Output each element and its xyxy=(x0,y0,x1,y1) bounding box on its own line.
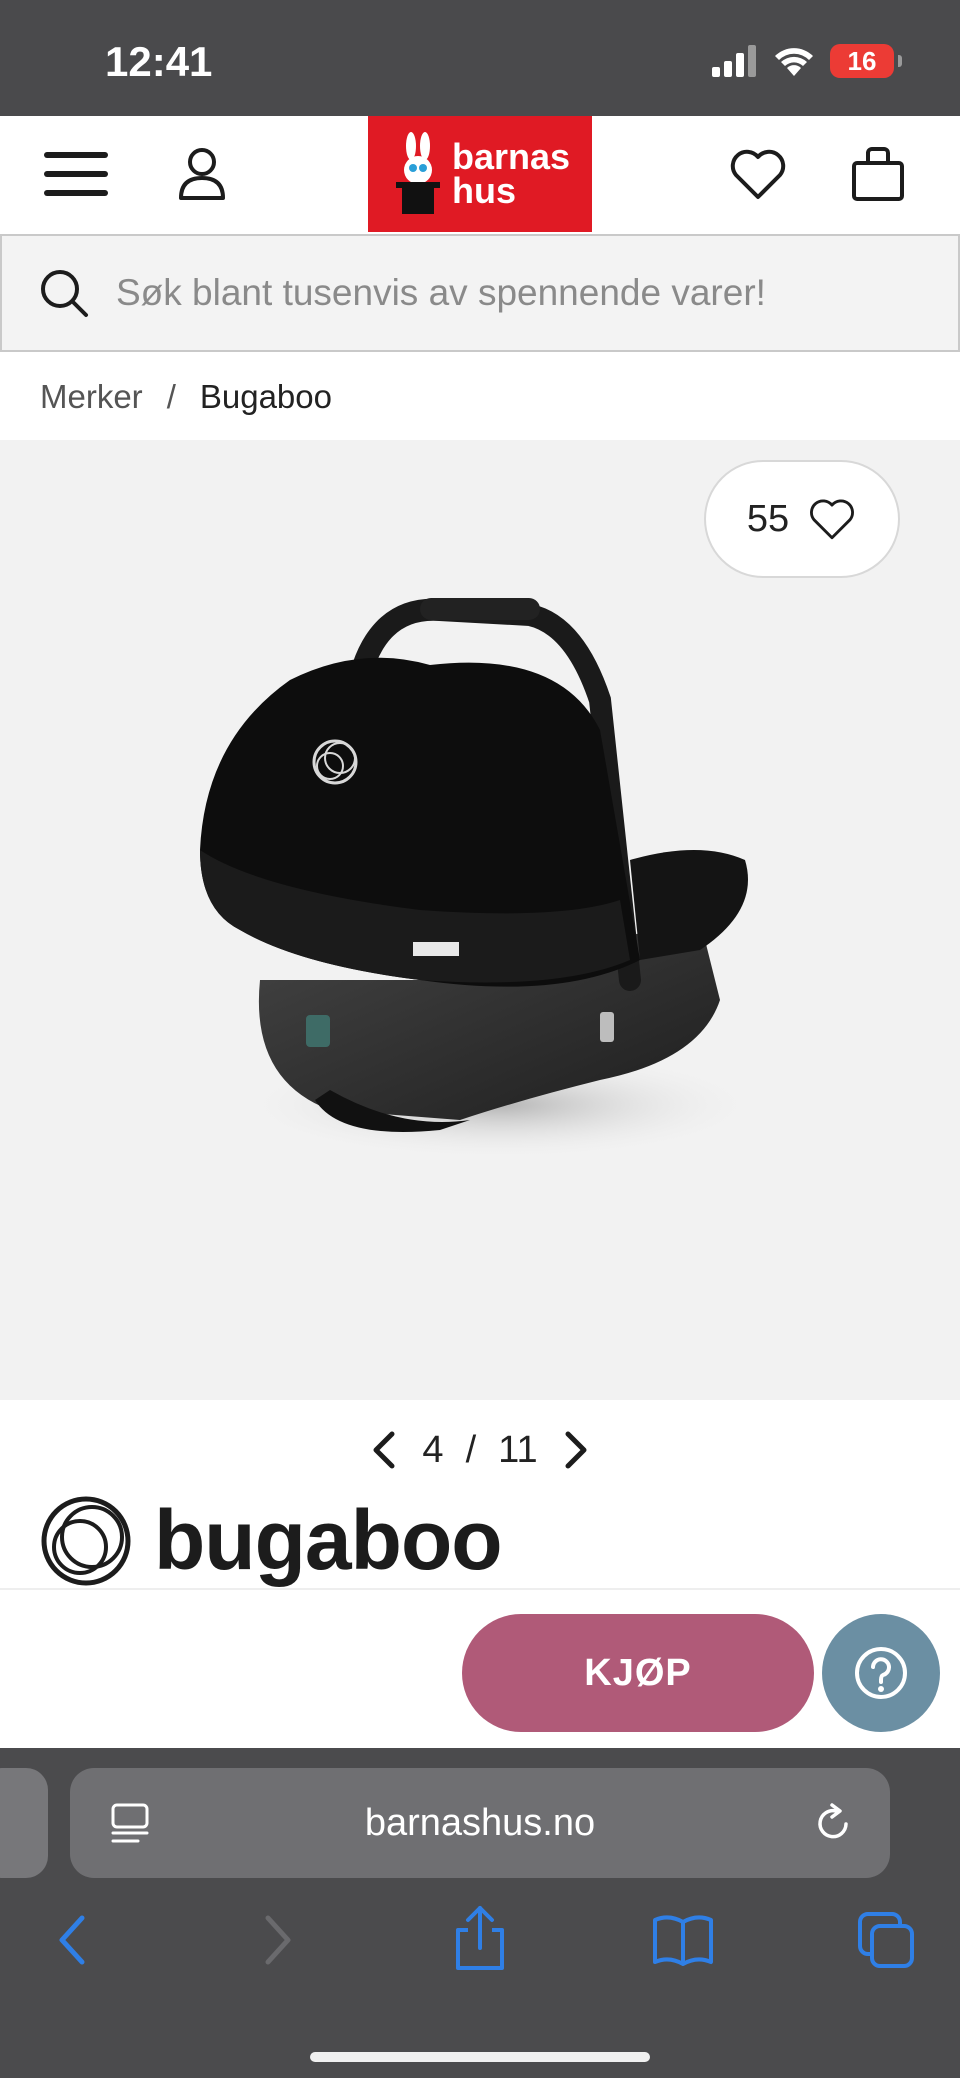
breadcrumb: Merker / Bugaboo xyxy=(40,372,332,422)
breadcrumb-separator: / xyxy=(166,378,176,415)
account-button[interactable] xyxy=(170,142,234,206)
status-icons: 16 xyxy=(712,44,902,78)
logo-line-2: hus xyxy=(452,170,517,211)
buy-button[interactable]: KJØP xyxy=(462,1614,814,1732)
back-arrow-icon[interactable] xyxy=(52,1910,92,1970)
brand-name: bugaboo xyxy=(154,1493,503,1587)
wifi-icon xyxy=(775,48,813,76)
brand-logo[interactable]: bugaboo xyxy=(38,1492,503,1589)
breadcrumb-link-merker[interactable]: Merker xyxy=(40,378,143,416)
car-seat-photo xyxy=(200,598,760,1160)
battery-level: 16 xyxy=(847,45,877,76)
search-icon xyxy=(41,270,88,317)
status-time: 12:41 xyxy=(105,38,213,85)
search-bar[interactable]: Søk blant tusenvis av spennende varer! xyxy=(0,234,960,352)
chevron-left-icon[interactable] xyxy=(370,1430,400,1470)
previous-tab-preview[interactable] xyxy=(0,1768,48,1878)
forward-arrow-icon[interactable] xyxy=(258,1910,298,1970)
bugaboo-logo-icon xyxy=(41,1496,131,1585)
bookmarks-icon[interactable] xyxy=(651,1912,715,1968)
battery-indicator: 16 xyxy=(830,44,902,78)
site-logo-text: barnas hus xyxy=(452,136,571,211)
breadcrumb-current[interactable]: Bugaboo xyxy=(200,378,332,416)
site-logo[interactable]: barnas hus xyxy=(368,116,592,232)
site-header: barnas hus xyxy=(0,116,960,232)
shopping-bag-icon xyxy=(852,147,904,201)
help-icon xyxy=(855,1647,907,1699)
status-bar: 12:41 16 xyxy=(0,0,960,116)
chevron-right-icon[interactable] xyxy=(560,1430,590,1470)
browser-nav xyxy=(0,1898,960,1988)
search-input[interactable]: Søk blant tusenvis av spennende varer! xyxy=(116,272,766,314)
url-text[interactable]: barnashus.no xyxy=(70,1768,890,1878)
pager-total: 11 xyxy=(498,1428,538,1471)
reload-icon[interactable] xyxy=(814,1802,854,1846)
pager-current: 4 xyxy=(422,1428,444,1471)
browser-toolbar: barnashus.no xyxy=(0,1748,960,2078)
heart-icon xyxy=(730,149,786,199)
hamburger-menu-icon xyxy=(44,152,108,196)
product-image-gallery[interactable]: 55 xyxy=(0,440,960,1400)
wishlist-button[interactable] xyxy=(724,140,792,208)
image-pager: 4 / 11 xyxy=(0,1420,960,1480)
home-indicator xyxy=(310,2052,650,2062)
rabbit-in-hat-icon xyxy=(396,132,440,214)
buy-bar: KJØP xyxy=(0,1588,960,1748)
share-icon[interactable] xyxy=(450,1904,510,1972)
cart-button[interactable] xyxy=(846,140,910,208)
address-bar[interactable]: barnashus.no xyxy=(70,1768,890,1878)
logo-line-1: barnas xyxy=(452,136,571,177)
tabs-icon[interactable] xyxy=(856,1910,916,1970)
user-icon xyxy=(179,148,225,200)
pager-separator: / xyxy=(465,1428,477,1471)
cellular-signal-icon xyxy=(712,45,756,77)
menu-button[interactable] xyxy=(36,142,116,206)
help-button[interactable] xyxy=(822,1614,940,1732)
